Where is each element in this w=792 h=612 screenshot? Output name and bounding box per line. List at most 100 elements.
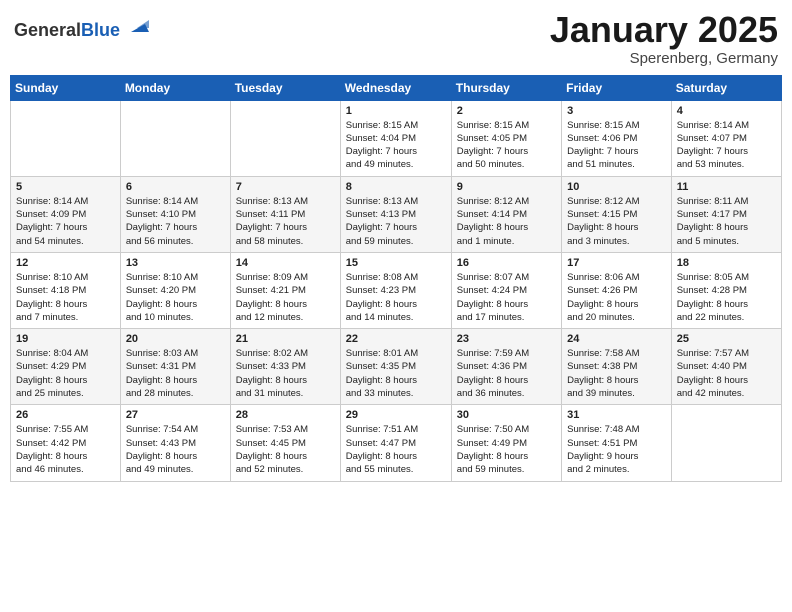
calendar-cell: 8Sunrise: 8:13 AM Sunset: 4:13 PM Daylig… [340,176,451,252]
day-info: Sunrise: 8:15 AM Sunset: 4:05 PM Dayligh… [457,119,556,172]
calendar-cell: 23 Sunrise: 7:59 AM Sunset: 4:36 PM Dayli… [451,329,561,405]
calendar-cell: 29Sunrise: 7:51 AM Sunset: 4:47 PM Dayli… [340,405,451,481]
day-info: Sunrise: 8:13 AM Sunset: 4:11 PM Dayligh… [236,195,335,248]
day-number: 18 [677,257,776,269]
calendar-cell: 10 Sunrise: 8:12 AM Sunset: 4:15 PM Dayli… [562,176,672,252]
day-number: 26 [16,409,115,421]
day-info: Sunrise: 8:10 AM Sunset: 4:20 PM Dayligh… [126,271,225,324]
day-number: 17 [567,257,666,269]
calendar-cell: 28Sunrise: 7:53 AM Sunset: 4:45 PM Dayli… [230,405,340,481]
calendar-cell: 26 Sunrise: 7:55 AM Sunset: 4:42 PM Dayli… [11,405,121,481]
day-info: Sunrise: 7:53 AM Sunset: 4:45 PM Dayligh… [236,423,335,476]
day-info: Sunrise: 7:58 AM Sunset: 4:38 PM Dayligh… [567,347,666,400]
day-info: Sunrise: 8:12 AM Sunset: 4:14 PM Dayligh… [457,195,556,248]
calendar-cell: 21 Sunrise: 8:02 AM Sunset: 4:33 PM Dayli… [230,329,340,405]
day-number: 14 [236,257,335,269]
calendar-cell: 27 Sunrise: 7:54 AM Sunset: 4:43 PM Dayli… [120,405,230,481]
calendar-cell: 5Sunrise: 8:14 AM Sunset: 4:09 PM Daylig… [11,176,121,252]
day-info: Sunrise: 8:02 AM Sunset: 4:33 PM Dayligh… [236,347,335,400]
day-number: 1 [346,105,446,117]
day-number: 21 [236,333,335,345]
day-info: Sunrise: 8:09 AM Sunset: 4:21 PM Dayligh… [236,271,335,324]
day-info: Sunrise: 8:14 AM Sunset: 4:10 PM Dayligh… [126,195,225,248]
weekday-header-saturday: Saturday [671,75,781,100]
day-number: 24 [567,333,666,345]
calendar-cell: 22Sunrise: 8:01 AM Sunset: 4:35 PM Dayli… [340,329,451,405]
day-number: 10 [567,181,666,193]
day-info: Sunrise: 8:12 AM Sunset: 4:15 PM Dayligh… [567,195,666,248]
day-info: Sunrise: 8:03 AM Sunset: 4:31 PM Dayligh… [126,347,225,400]
title-block: January 2025 Sperenberg, Germany [550,10,778,67]
weekday-header-thursday: Thursday [451,75,561,100]
day-number: 15 [346,257,446,269]
day-info: Sunrise: 8:04 AM Sunset: 4:29 PM Dayligh… [16,347,115,400]
day-number: 2 [457,105,556,117]
page-header: GeneralBlue January 2025 Sperenberg, Ger… [10,10,782,67]
calendar-week-2: 5Sunrise: 8:14 AM Sunset: 4:09 PM Daylig… [11,176,782,252]
logo: GeneralBlue [14,14,149,41]
weekday-header-monday: Monday [120,75,230,100]
day-info: Sunrise: 7:54 AM Sunset: 4:43 PM Dayligh… [126,423,225,476]
calendar-cell [11,100,121,176]
weekday-header-row: SundayMondayTuesdayWednesdayThursdayFrid… [11,75,782,100]
calendar-week-4: 19Sunrise: 8:04 AM Sunset: 4:29 PM Dayli… [11,329,782,405]
calendar-week-1: 1 Sunrise: 8:15 AM Sunset: 4:04 PM Daylig… [11,100,782,176]
day-info: Sunrise: 7:55 AM Sunset: 4:42 PM Dayligh… [16,423,115,476]
day-info: Sunrise: 8:06 AM Sunset: 4:26 PM Dayligh… [567,271,666,324]
day-number: 13 [126,257,225,269]
calendar-cell: 19Sunrise: 8:04 AM Sunset: 4:29 PM Dayli… [11,329,121,405]
day-number: 9 [457,181,556,193]
calendar-cell: 31Sunrise: 7:48 AM Sunset: 4:51 PM Dayli… [562,405,672,481]
day-number: 3 [567,105,666,117]
calendar-table: SundayMondayTuesdayWednesdayThursdayFrid… [10,75,782,482]
day-number: 4 [677,105,776,117]
calendar-cell [230,100,340,176]
calendar-cell: 7 Sunrise: 8:13 AM Sunset: 4:11 PM Daylig… [230,176,340,252]
day-number: 25 [677,333,776,345]
calendar-cell: 2 Sunrise: 8:15 AM Sunset: 4:05 PM Daylig… [451,100,561,176]
logo-icon [127,14,149,36]
weekday-header-wednesday: Wednesday [340,75,451,100]
weekday-header-sunday: Sunday [11,75,121,100]
day-info: Sunrise: 8:05 AM Sunset: 4:28 PM Dayligh… [677,271,776,324]
day-info: Sunrise: 8:15 AM Sunset: 4:04 PM Dayligh… [346,119,446,172]
day-info: Sunrise: 8:13 AM Sunset: 4:13 PM Dayligh… [346,195,446,248]
logo-general-text: General [14,20,81,40]
location: Sperenberg, Germany [550,50,778,67]
calendar-week-3: 12 Sunrise: 8:10 AM Sunset: 4:18 PM Dayli… [11,252,782,328]
day-info: Sunrise: 8:14 AM Sunset: 4:09 PM Dayligh… [16,195,115,248]
calendar-cell: 25 Sunrise: 7:57 AM Sunset: 4:40 PM Dayli… [671,329,781,405]
calendar-cell: 17 Sunrise: 8:06 AM Sunset: 4:26 PM Dayli… [562,252,672,328]
day-number: 7 [236,181,335,193]
calendar-cell: 9 Sunrise: 8:12 AM Sunset: 4:14 PM Daylig… [451,176,561,252]
day-number: 16 [457,257,556,269]
day-info: Sunrise: 8:01 AM Sunset: 4:35 PM Dayligh… [346,347,446,400]
day-number: 30 [457,409,556,421]
day-number: 20 [126,333,225,345]
calendar-cell: 15 Sunrise: 8:08 AM Sunset: 4:23 PM Dayli… [340,252,451,328]
calendar-cell: 1 Sunrise: 8:15 AM Sunset: 4:04 PM Daylig… [340,100,451,176]
logo-blue-text: Blue [81,20,120,40]
day-info: Sunrise: 7:57 AM Sunset: 4:40 PM Dayligh… [677,347,776,400]
month-title: January 2025 [550,10,778,50]
day-info: Sunrise: 7:59 AM Sunset: 4:36 PM Dayligh… [457,347,556,400]
day-number: 11 [677,181,776,193]
calendar-cell: 3Sunrise: 8:15 AM Sunset: 4:06 PM Daylig… [562,100,672,176]
day-number: 23 [457,333,556,345]
day-info: Sunrise: 7:50 AM Sunset: 4:49 PM Dayligh… [457,423,556,476]
day-info: Sunrise: 8:14 AM Sunset: 4:07 PM Dayligh… [677,119,776,172]
weekday-header-tuesday: Tuesday [230,75,340,100]
day-info: Sunrise: 8:10 AM Sunset: 4:18 PM Dayligh… [16,271,115,324]
day-number: 27 [126,409,225,421]
day-info: Sunrise: 8:08 AM Sunset: 4:23 PM Dayligh… [346,271,446,324]
calendar-cell: 13 Sunrise: 8:10 AM Sunset: 4:20 PM Dayli… [120,252,230,328]
calendar-week-5: 26 Sunrise: 7:55 AM Sunset: 4:42 PM Dayli… [11,405,782,481]
day-number: 31 [567,409,666,421]
weekday-header-friday: Friday [562,75,672,100]
calendar-cell: 12 Sunrise: 8:10 AM Sunset: 4:18 PM Dayli… [11,252,121,328]
calendar-cell: 11Sunrise: 8:11 AM Sunset: 4:17 PM Dayli… [671,176,781,252]
day-number: 12 [16,257,115,269]
calendar-cell: 30 Sunrise: 7:50 AM Sunset: 4:49 PM Dayli… [451,405,561,481]
calendar-cell [120,100,230,176]
day-info: Sunrise: 8:07 AM Sunset: 4:24 PM Dayligh… [457,271,556,324]
